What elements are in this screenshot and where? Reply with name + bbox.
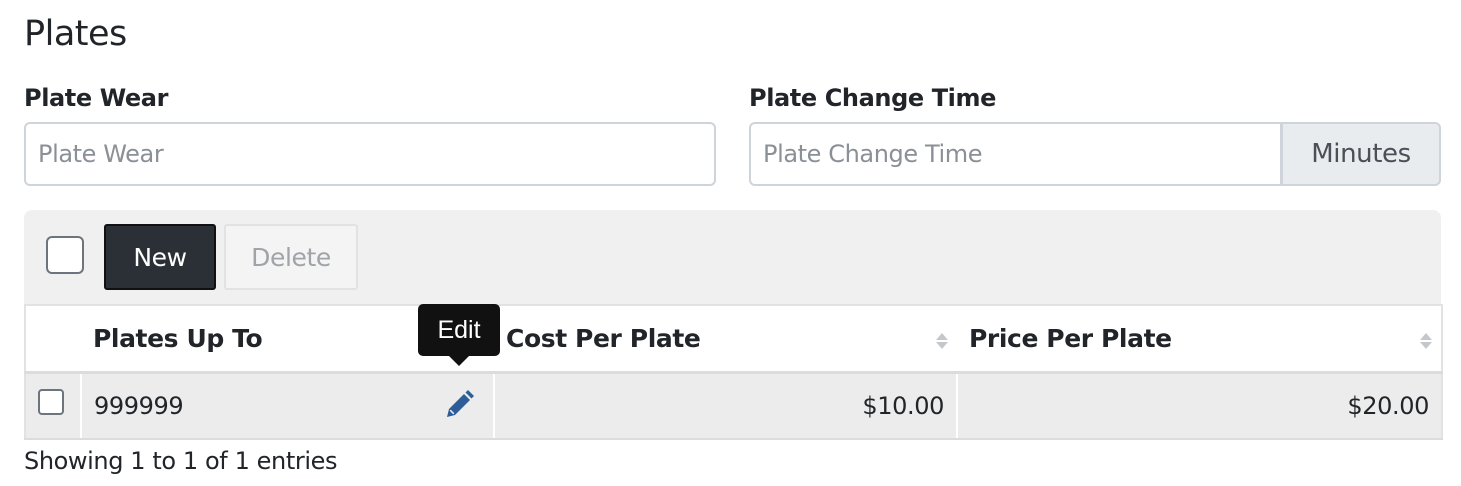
plates-table: Plates Up To Cost Per Plate Price Per Pl… [24, 304, 1443, 440]
sort-icon [936, 333, 948, 349]
cost-per-plate-cell: $10.00 [494, 372, 958, 440]
column-header-label: Price Per Plate [969, 323, 1172, 353]
row-checkbox[interactable] [38, 388, 64, 415]
section-title: Plates [24, 14, 127, 54]
row-select-cell [24, 372, 82, 440]
table-row[interactable]: 999999 $10.00 $20.00 [24, 372, 1443, 440]
plate-wear-label: Plate Wear [24, 84, 169, 112]
column-header-price-per-plate[interactable]: Price Per Plate [957, 304, 1443, 374]
plate-change-time-label: Plate Change Time [749, 84, 996, 112]
select-column-header [24, 304, 81, 374]
column-header-cost-per-plate[interactable]: Cost Per Plate [494, 304, 957, 374]
tooltip-arrow [449, 356, 469, 366]
price-per-plate-cell: $20.00 [957, 372, 1443, 440]
plate-change-time-input[interactable] [749, 122, 1282, 186]
table-info: Showing 1 to 1 of 1 entries [24, 447, 338, 475]
plate-wear-input[interactable] [24, 122, 716, 186]
table-header-row: Plates Up To Cost Per Plate Price Per Pl… [24, 304, 1443, 374]
pencil-icon[interactable] [443, 389, 475, 421]
delete-button: Delete [224, 224, 358, 290]
new-button[interactable]: New [104, 224, 216, 290]
sort-icon [1420, 333, 1432, 349]
edit-tooltip: Edit [418, 304, 500, 356]
select-all-checkbox[interactable] [46, 236, 84, 274]
column-header-label: Cost Per Plate [506, 323, 701, 353]
column-header-label: Plates Up To [93, 323, 263, 353]
plates-page: Plates Plate Wear Plate Change Time Minu… [0, 0, 1461, 486]
plates-up-to-cell: 999999 [81, 372, 495, 440]
minutes-unit-addon: Minutes [1281, 122, 1441, 186]
